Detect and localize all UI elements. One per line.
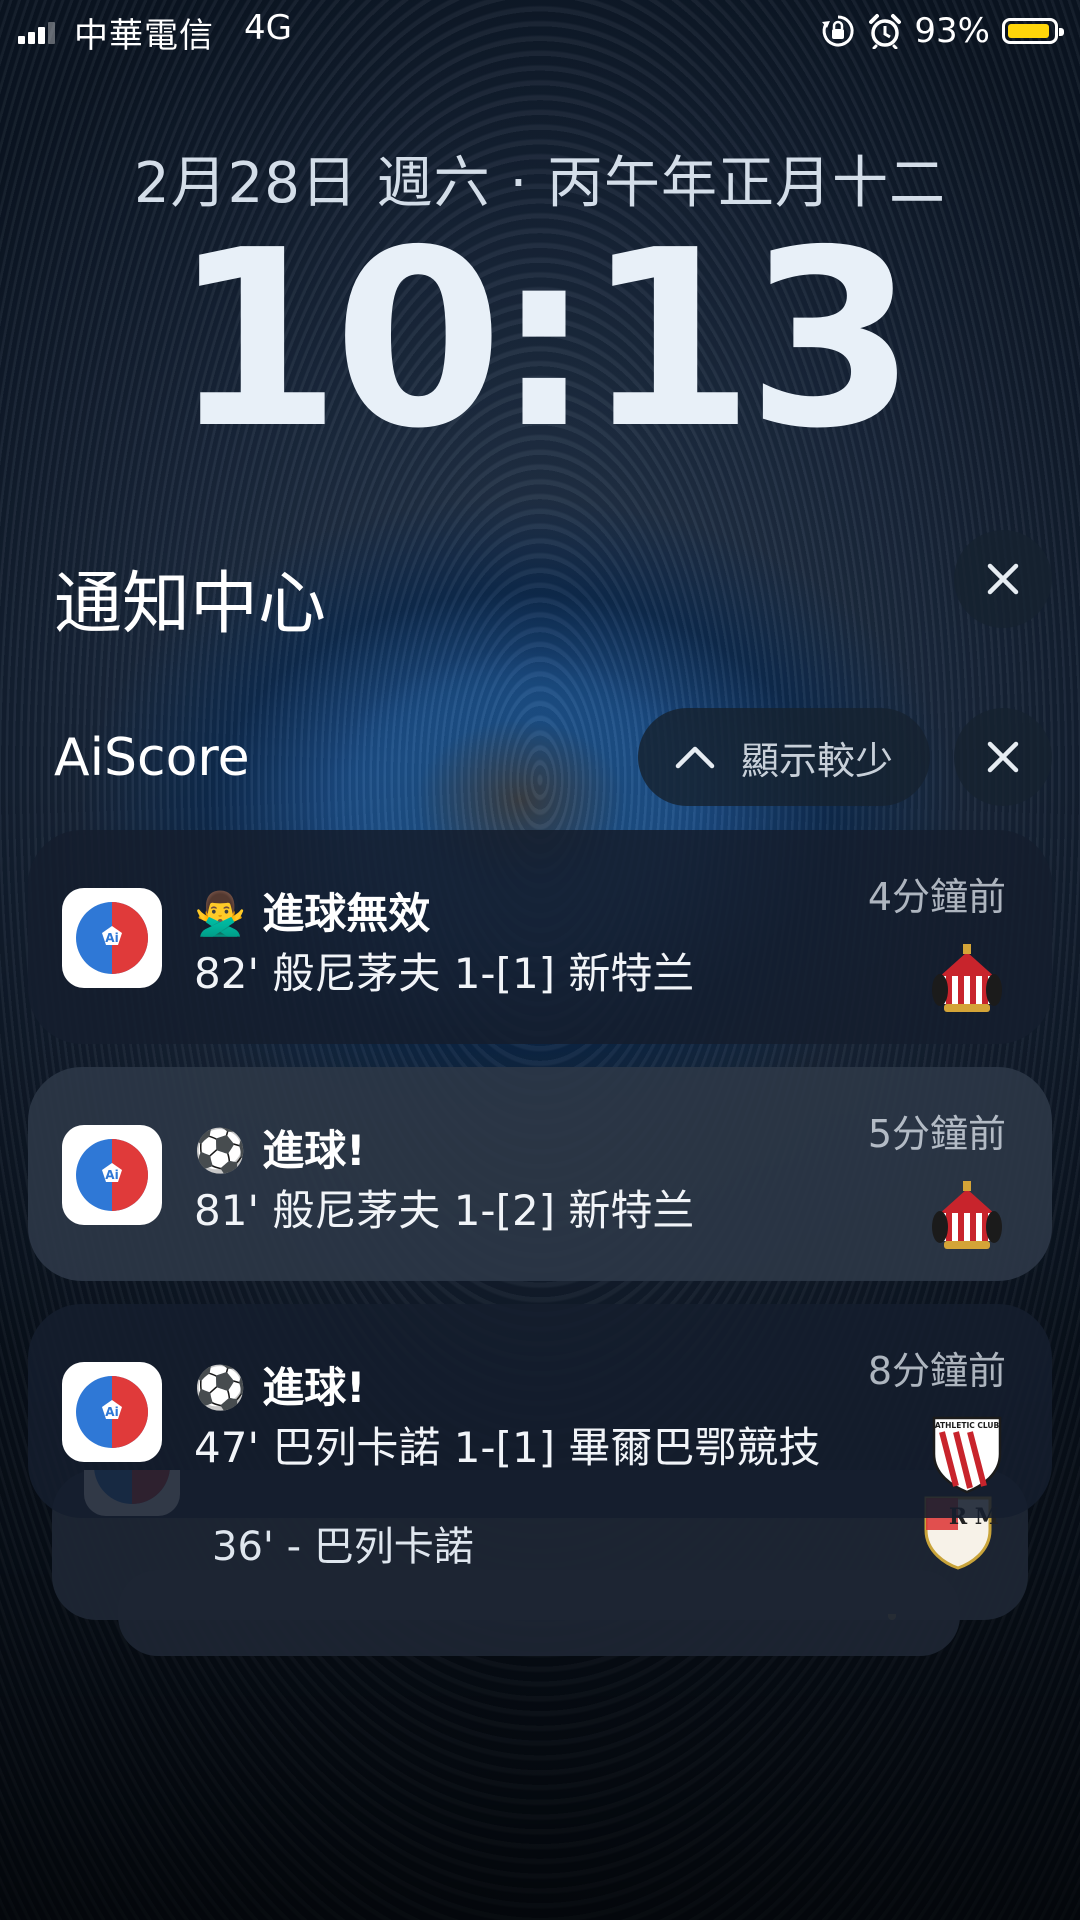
- signal-icon: [18, 22, 55, 44]
- aiscore-app-icon: Ai: [62, 888, 162, 988]
- notification-time: 8分鐘前: [867, 1349, 1006, 1393]
- notification-card[interactable]: Ai 🙅‍♂️ 進球無效 82' 般尼茅夫 1-[1] 新特兰 4分鐘前: [28, 830, 1052, 1044]
- notification-card[interactable]: Ai ⚽ 進球! 81' 般尼茅夫 1-[2] 新特兰 5分鐘前: [28, 1067, 1052, 1281]
- carrier-name: 中華電信: [74, 16, 214, 56]
- notification-title-text: 進球!: [262, 1363, 366, 1412]
- alarm-icon: [869, 14, 902, 49]
- aiscore-app-icon: Ai: [62, 1362, 162, 1462]
- sunderland-crest-icon: [932, 1181, 1002, 1249]
- notification-title-text: 進球無效: [262, 889, 431, 938]
- notification-card[interactable]: Ai ⚽ 進球! 47' 巴列卡諾 1-[1] 畢爾巴鄂競技 8分鐘前 ATHLE…: [28, 1304, 1052, 1518]
- notification-body: 81' 般尼茅夫 1-[2] 新特兰: [194, 1186, 695, 1235]
- svg-text:Ai: Ai: [105, 1168, 118, 1182]
- show-less-label: 顯示較少: [740, 738, 893, 783]
- gesture-no-emoji-icon: 🙅‍♂️: [194, 889, 247, 938]
- show-less-button[interactable]: 顯示較少: [638, 708, 930, 806]
- notification-time: 4分鐘前: [867, 875, 1006, 919]
- notification-title-text: 進球!: [262, 1126, 366, 1175]
- notification-center-title: 通知中心: [54, 565, 327, 644]
- svg-text:Ai: Ai: [105, 931, 118, 945]
- notification-title: ⚽ 進球!: [194, 1354, 365, 1415]
- chevron-up-icon: [675, 746, 715, 769]
- close-icon: [987, 741, 1019, 773]
- clear-all-button[interactable]: [954, 530, 1052, 628]
- soccer-ball-emoji-icon: ⚽: [194, 1363, 247, 1412]
- network-type: 4G: [244, 8, 292, 48]
- close-icon: [987, 563, 1019, 595]
- notification-time: 5分鐘前: [867, 1112, 1006, 1156]
- notification-body: 82' 般尼茅夫 1-[1] 新特兰: [194, 949, 695, 998]
- battery-percent: 93%: [914, 11, 990, 51]
- sunderland-crest-icon: [932, 944, 1002, 1012]
- athletic-club-crest-icon: ATHLETIC CLUB: [932, 1416, 1002, 1494]
- lock-screen-time: 10:13: [171, 198, 917, 482]
- notification-title: 🙅‍♂️ 進球無效: [194, 880, 430, 941]
- battery-icon: [1002, 18, 1064, 44]
- notification-title: ⚽ 進球!: [194, 1117, 365, 1178]
- soccer-ball-emoji-icon: ⚽: [194, 1126, 247, 1175]
- clear-group-button[interactable]: [954, 708, 1052, 806]
- svg-text:Ai: Ai: [105, 1405, 118, 1419]
- crest-text: ATHLETIC CLUB: [935, 1421, 1000, 1430]
- orientation-lock-icon: [822, 15, 855, 47]
- aiscore-app-icon: Ai: [62, 1125, 162, 1225]
- status-bar: 中華電信 4G 93%: [0, 0, 1080, 62]
- notification-body: 36' - 巴列卡諾: [212, 1524, 474, 1570]
- app-group-title: AiScore: [54, 728, 250, 788]
- notification-body: 47' 巴列卡諾 1-[1] 畢爾巴鄂競技: [194, 1423, 821, 1472]
